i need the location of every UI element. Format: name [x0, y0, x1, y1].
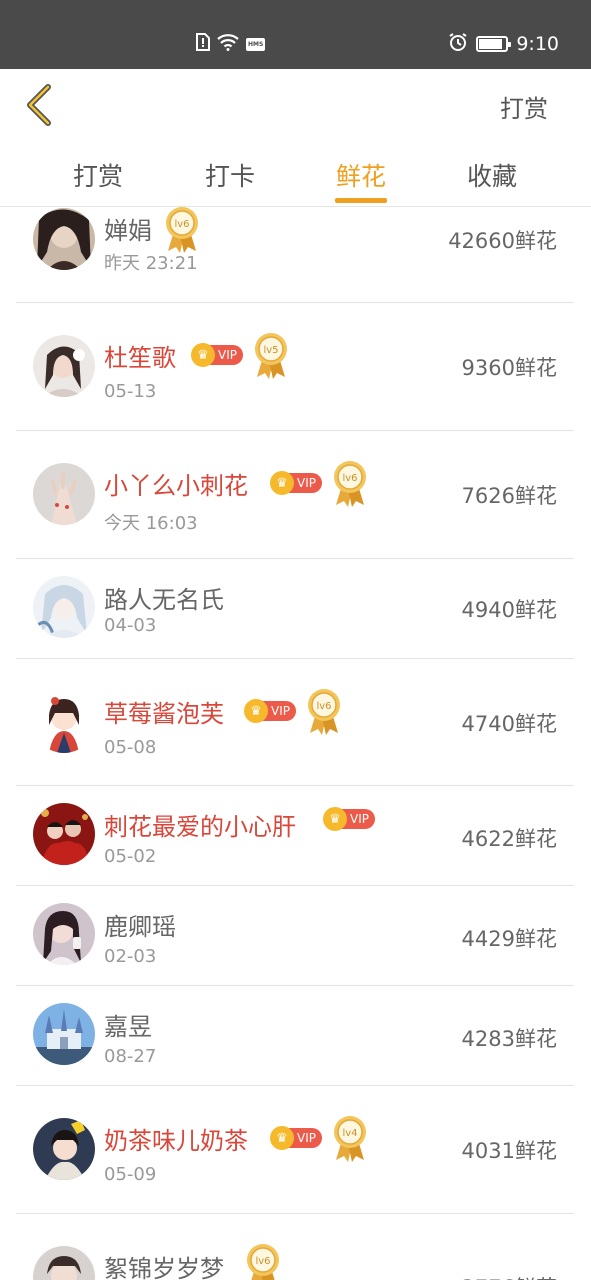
crown-icon: ♛ — [323, 807, 347, 831]
list-item[interactable]: 路人无名氏 04-03 4940鲜花 — [16, 559, 574, 659]
activity-date: 05-02 — [104, 846, 157, 867]
svg-text:lv4: lv4 — [342, 1128, 357, 1139]
level-medal-icon: lv4 — [333, 1116, 366, 1162]
crown-icon: ♛ — [270, 471, 294, 495]
flower-amount: 4429鲜花 — [461, 927, 557, 951]
crown-icon: ♛ — [244, 699, 268, 723]
svg-text:lv6: lv6 — [174, 219, 189, 230]
user-badges: lv6 — [164, 207, 200, 253]
tab-flowers[interactable]: 鲜花 — [321, 157, 401, 193]
header-reward-button[interactable]: 打赏 — [500, 89, 548, 124]
activity-date: 08-27 — [104, 1046, 157, 1067]
header: 打赏 — [0, 69, 591, 139]
sim-alert-icon — [196, 33, 210, 55]
flower-amount: 4031鲜花 — [461, 1139, 557, 1163]
user-name: 嘉昱 — [104, 1013, 152, 1041]
level-medal-icon: lv6 — [307, 689, 340, 735]
flower-amount: 4622鲜花 — [461, 827, 557, 851]
level-medal-icon: lv6 — [247, 1244, 279, 1280]
flower-amount: 9360鲜花 — [461, 356, 557, 380]
list-item[interactable]: 絮锦岁岁梦 lv6 3776鲜花 — [16, 1214, 574, 1280]
list-item[interactable]: 杜笙歌 ♛ VIP lv5 05-13 9360鲜花 — [16, 303, 574, 431]
back-button[interactable] — [22, 83, 62, 127]
flower-amount: 4283鲜花 — [461, 1027, 557, 1051]
avatar — [33, 803, 95, 865]
user-badges: ♛ VIP — [323, 807, 375, 831]
avatar — [33, 1118, 95, 1180]
svg-text:lv6: lv6 — [255, 1256, 270, 1267]
activity-date: 昨天 23:21 — [104, 253, 198, 274]
ranking-list: 婵娟 lv6 昨天 23:21 42660鲜花 杜笙歌 ♛ VIP lv5 05-… — [0, 207, 591, 1280]
tab-bar: 打赏 打卡 鲜花 收藏 — [0, 139, 591, 207]
avatar — [33, 1246, 95, 1280]
list-item[interactable]: 小丫么小刺花 ♛ VIP lv6 今天 16:03 7626鲜花 — [16, 431, 574, 559]
svg-text:lv5: lv5 — [263, 345, 278, 356]
tab-checkin[interactable]: 打卡 — [190, 157, 270, 193]
level-medal-icon: lv6 — [166, 207, 198, 253]
user-badges: ♛ VIP lv6 — [244, 687, 342, 735]
flower-amount: 4740鲜花 — [461, 712, 557, 736]
status-icons-right: 9:10 — [448, 32, 559, 56]
vip-badge: ♛ VIP — [191, 343, 243, 367]
wifi-icon — [216, 33, 240, 55]
user-name: 絮锦岁岁梦 — [104, 1255, 224, 1280]
user-badges: ♛ VIP lv4 — [270, 1114, 368, 1162]
hms-icon: HMS — [246, 37, 266, 51]
activity-date: 02-03 — [104, 946, 157, 967]
vip-badge: ♛ VIP — [244, 699, 296, 723]
user-name: 婵娟 — [104, 217, 152, 245]
avatar — [33, 208, 95, 270]
chevron-left-icon — [27, 84, 51, 126]
status-bar: HMS 9:10 — [0, 0, 591, 69]
battery-icon — [476, 36, 512, 52]
avatar — [33, 903, 95, 965]
list-item[interactable]: 刺花最爱的小心肝 ♛ VIP 05-02 4622鲜花 — [16, 786, 574, 886]
tab-favorites[interactable]: 收藏 — [452, 157, 532, 193]
avatar — [33, 1003, 95, 1065]
user-name: 杜笙歌 — [104, 344, 176, 372]
user-name: 鹿卿瑶 — [104, 913, 176, 941]
active-tab-indicator — [335, 198, 387, 203]
user-badges: ♛ VIP lv5 — [191, 331, 289, 379]
crown-icon: ♛ — [191, 343, 215, 367]
level-medal-icon: lv5 — [254, 333, 287, 379]
vip-badge: ♛ VIP — [270, 1126, 322, 1150]
flower-amount: 3776鲜花 — [462, 1272, 557, 1280]
list-item[interactable]: 奶茶味儿奶茶 ♛ VIP lv4 05-09 4031鲜花 — [16, 1086, 574, 1214]
list-item[interactable]: 鹿卿瑶 02-03 4429鲜花 — [16, 886, 574, 986]
crown-icon: ♛ — [270, 1126, 294, 1150]
activity-date: 04-03 — [104, 615, 157, 636]
user-name: 小丫么小刺花 — [104, 472, 248, 500]
level-medal-icon: lv6 — [333, 461, 366, 507]
activity-date: 05-08 — [104, 737, 157, 758]
user-name: 刺花最爱的小心肝 — [104, 813, 296, 841]
user-name: 草莓酱泡芙 — [104, 700, 224, 728]
vip-badge: ♛ VIP — [323, 807, 375, 831]
user-name: 路人无名氏 — [104, 586, 224, 614]
svg-text:lv6: lv6 — [316, 701, 331, 712]
status-time: 9:10 — [516, 33, 559, 55]
list-item[interactable]: 婵娟 lv6 昨天 23:21 42660鲜花 — [16, 207, 574, 303]
avatar — [33, 463, 95, 525]
status-icons-center: HMS — [196, 33, 266, 55]
avatar — [33, 335, 95, 397]
user-name: 奶茶味儿奶茶 — [104, 1127, 248, 1155]
activity-date: 05-13 — [104, 381, 157, 402]
flower-amount: 7626鲜花 — [461, 484, 557, 508]
vip-badge: ♛ VIP — [270, 471, 322, 495]
activity-date: 05-09 — [104, 1164, 157, 1185]
avatar — [33, 576, 95, 638]
flower-amount: 42660鲜花 — [448, 229, 557, 253]
activity-date: 今天 16:03 — [104, 513, 198, 534]
flower-amount: 4940鲜花 — [461, 598, 557, 622]
list-item[interactable]: 嘉昱 08-27 4283鲜花 — [16, 986, 574, 1086]
user-badges: lv6 — [245, 1242, 281, 1280]
svg-text:lv6: lv6 — [342, 473, 357, 484]
tab-reward[interactable]: 打赏 — [58, 157, 138, 193]
list-item[interactable]: 草莓酱泡芙 ♛ VIP lv6 05-08 4740鲜花 — [16, 659, 574, 786]
user-badges: ♛ VIP lv6 — [270, 459, 368, 507]
alarm-icon — [448, 32, 468, 56]
avatar — [33, 691, 95, 753]
